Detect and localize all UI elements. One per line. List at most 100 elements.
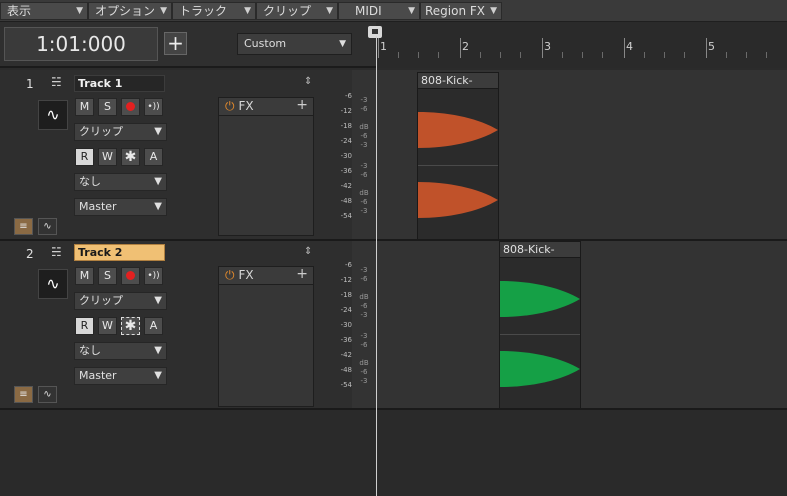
audio-clip[interactable]: 808-Kick- [499,241,581,409]
collapse-icon[interactable]: ⇕ [304,76,312,87]
output-dropdown[interactable]: Master ▼ [74,198,167,216]
dropdown-arrow-icon: ▼ [244,6,251,16]
power-icon[interactable]: ⏻ [225,268,235,282]
input-mode-dropdown[interactable]: クリップ ▼ [74,292,167,310]
track-header-2[interactable]: 2 ☵ Track 2 ⇕ ∿ M S •)) クリップ ▼ R W ✱ A なし… [0,241,352,410]
ruler-subtick [644,52,645,58]
playhead-line[interactable] [376,36,377,496]
collapse-icon[interactable]: ⇕ [304,246,312,257]
write-automation-button[interactable]: W [98,148,117,166]
track-color-icon[interactable]: ≡ [14,218,33,235]
meter-scale-label: -24 [340,306,352,314]
meter-scale-label: -42 [340,182,352,190]
input-mode-value: クリップ [79,125,123,138]
ruler-subtick [664,52,665,58]
clip-waveform [500,281,580,387]
power-icon[interactable]: ⏻ [225,99,235,113]
freeze-icon[interactable]: ✱ [121,317,140,335]
menu-track-label: トラック [179,4,228,18]
menu-midi[interactable]: MIDI ▼ [338,2,420,20]
time-display[interactable]: 1:01:000 [4,27,158,61]
meter-scale-label: -36 [340,167,352,175]
dropdown-arrow-icon: ▼ [326,6,333,16]
volume-meter-scale: -6 -12 -18 -24 -30 -36 -42 -48 -54 [328,258,352,393]
menu-clip[interactable]: クリップ ▼ [256,2,338,20]
output-value: Master [79,369,117,382]
track-header-1[interactable]: 1 ☵ Track 1 ⇕ ∿ M S •)) クリップ ▼ R W ✱ A なし… [0,70,352,241]
track-name[interactable]: Track 1 [74,75,165,92]
add-track-button[interactable]: + [164,32,187,55]
fx-bin[interactable]: ⏻ FX + [218,97,314,236]
input-echo-button[interactable]: •)) [144,267,163,285]
input-echo-button[interactable]: •)) [144,98,163,116]
input-dropdown[interactable]: なし ▼ [74,342,167,360]
record-arm-button[interactable] [121,98,140,116]
mute-button[interactable]: M [75,98,94,116]
fx-bin[interactable]: ⏻ FX + [218,266,314,407]
meter-scale-label: -48 [340,366,352,374]
automation-icon[interactable]: ∿ [38,218,57,235]
meter-scale-label: -6 [345,92,352,100]
ruler-bar-label: 3 [544,40,551,53]
output-dropdown[interactable]: Master ▼ [74,367,167,385]
mute-button[interactable]: M [75,267,94,285]
record-arm-button[interactable] [121,267,140,285]
freeze-icon[interactable]: ✱ [121,148,140,166]
dropdown-arrow-icon: ▼ [154,201,162,212]
lane-db-scale: -3 -6 dB -6 -3 [359,332,369,385]
menu-view[interactable]: 表示 ▼ [0,2,88,20]
solo-button[interactable]: S [98,267,117,285]
write-automation-button[interactable]: W [98,317,117,335]
audio-clip[interactable]: 808-Kick- [417,72,499,240]
ruler-subtick [480,52,481,58]
read-automation-button[interactable]: R [75,317,94,335]
meter-scale-label: -18 [340,122,352,130]
track-name[interactable]: Track 2 [74,244,165,261]
input-dropdown[interactable]: なし ▼ [74,173,167,191]
clip-name: 808-Kick- [418,73,498,89]
ruler-subtick [500,52,501,58]
timeline-ruler[interactable]: 1 2 3 4 5 [376,22,787,68]
meter-scale-label: -42 [340,351,352,359]
playhead-handle[interactable] [368,26,382,38]
lane-db-scale: -3 -6 dB -6 -3 [359,96,369,149]
add-fx-icon[interactable]: + [296,97,308,114]
input-value: なし [79,344,101,357]
ruler-tick [624,38,625,58]
ruler-tick [542,38,543,58]
meter-scale-label: -30 [340,321,352,329]
arm-automation-button[interactable]: A [144,317,163,335]
menu-region-fx[interactable]: Region FX ▼ [420,2,502,20]
automation-icon[interactable]: ∿ [38,386,57,403]
volume-meter-scale: -6 -12 -18 -24 -30 -36 -42 -48 -54 [328,89,352,224]
track-color-icon[interactable]: ≡ [14,386,33,403]
ruler-bar-label: 2 [462,40,469,53]
menu-view-label: 表示 [7,4,32,18]
input-mode-value: クリップ [79,294,123,307]
meter-scale-label: -54 [340,212,352,220]
eq-icon[interactable]: ☵ [51,75,62,89]
menu-region-fx-label: Region FX [425,4,486,18]
lane-db-scale: -3 -6 dB -6 -3 [359,266,369,319]
menu-options[interactable]: オプション ▼ [88,2,172,20]
add-fx-icon[interactable]: + [296,266,308,283]
read-automation-button[interactable]: R [75,148,94,166]
ruler-subtick [418,52,419,58]
eq-icon[interactable]: ☵ [51,245,62,259]
meter-scale-label: -12 [340,276,352,284]
input-mode-dropdown[interactable]: クリップ ▼ [74,123,167,141]
arm-automation-button[interactable]: A [144,148,163,166]
empty-track-area[interactable] [0,410,787,496]
ruler-subtick [602,52,603,58]
meter-scale-label: -6 [345,261,352,269]
menu-track[interactable]: トラック ▼ [172,2,256,20]
ruler-tick [706,38,707,58]
dropdown-arrow-icon: ▼ [154,176,162,187]
preset-dropdown[interactable]: Custom ▼ [237,33,352,55]
meter-scale-label: -54 [340,381,352,389]
solo-button[interactable]: S [98,98,117,116]
ruler-bar-label: 1 [380,40,387,53]
waveform-icon: ∿ [38,269,68,299]
input-value: なし [79,175,101,188]
meter-scale-label: -48 [340,197,352,205]
